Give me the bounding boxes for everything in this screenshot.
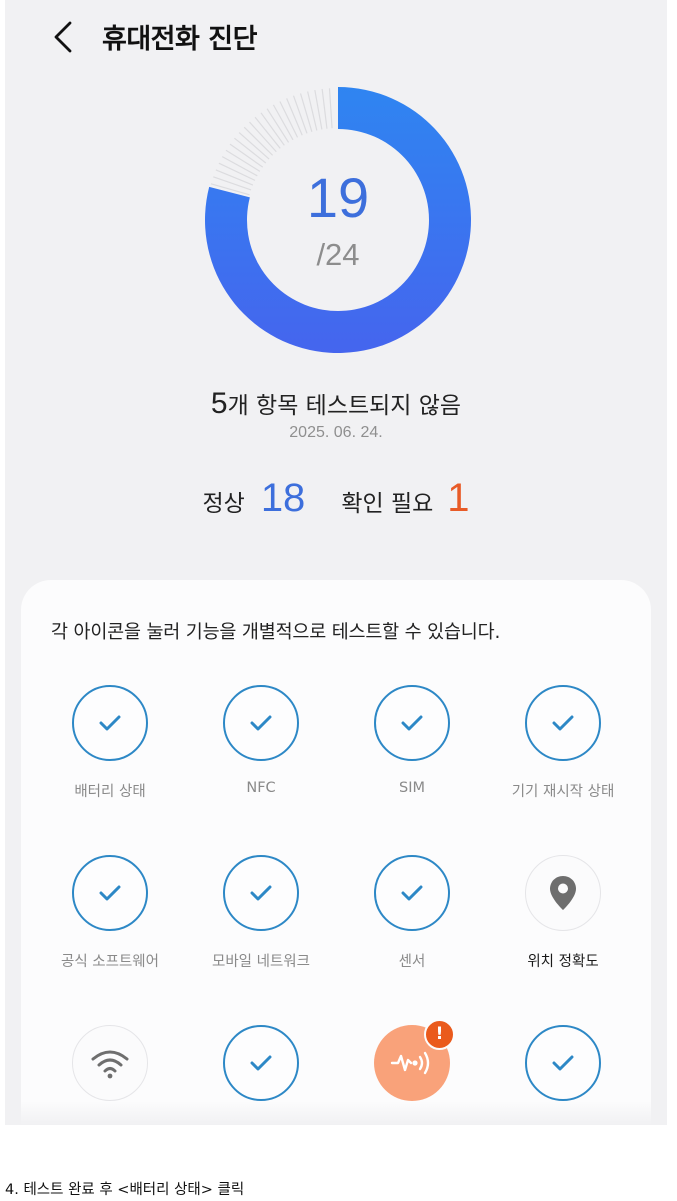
phone-screen: 휴대전화 진단 19 /24 5개 항목 테스트되지 않음 2025. 06. … xyxy=(5,0,667,1125)
test-items-card: 각 아이콘을 눌러 기능을 개별적으로 테스트할 수 있습니다. 배터리 상태 N… xyxy=(21,580,651,1125)
normal-count: 18 xyxy=(260,476,306,520)
location-pin-icon xyxy=(549,875,577,911)
test-item-button[interactable] xyxy=(223,855,299,931)
wifi-icon xyxy=(90,1047,130,1079)
caption: 4. 테스트 완료 후 <배터리 상태> 클릭 xyxy=(5,1182,245,1198)
card-description: 각 아이콘을 눌러 기능을 개별적으로 테스트할 수 있습니다. xyxy=(51,622,501,643)
back-arrow-icon xyxy=(54,21,72,53)
test-item-button[interactable] xyxy=(72,855,148,931)
test-item-button[interactable] xyxy=(223,685,299,761)
untested-tick xyxy=(292,95,308,134)
test-item-label: NFC xyxy=(246,780,276,796)
vibration-sound-icon xyxy=(390,1048,434,1078)
untested-count: 5 xyxy=(210,387,228,420)
check-icon xyxy=(401,715,423,731)
check-icon xyxy=(401,885,423,901)
untested-summary: 5개 항목 테스트되지 않음 xyxy=(5,386,667,421)
test-item-label: 배터리 상태 xyxy=(74,784,146,800)
untested-text: 개 항목 테스트되지 않음 xyxy=(227,393,462,419)
test-item-button[interactable] xyxy=(525,1025,601,1101)
test-item-button[interactable] xyxy=(525,855,601,931)
test-item-label: 모바일 네트워크 xyxy=(212,954,310,970)
check-icon xyxy=(99,715,121,731)
score-value: 19 xyxy=(306,166,370,229)
check-icon xyxy=(99,885,121,901)
test-item-button[interactable] xyxy=(223,1025,299,1101)
score-donut: 19 /24 xyxy=(203,85,473,355)
untested-tick xyxy=(307,91,318,131)
check-icon xyxy=(250,715,272,731)
check-icon xyxy=(250,1055,272,1071)
page-title: 휴대전화 진단 xyxy=(102,24,257,55)
back-button[interactable] xyxy=(45,18,81,56)
check-icon xyxy=(552,1055,574,1071)
test-item-button[interactable] xyxy=(72,685,148,761)
warning-badge: ! xyxy=(424,1019,455,1050)
test-item-button[interactable] xyxy=(374,685,450,761)
check-needed-count: 1 xyxy=(447,476,470,520)
test-item-label: 공식 소프트웨어 xyxy=(61,954,159,970)
check-icon xyxy=(250,885,272,901)
test-item-label: 위치 정확도 xyxy=(527,954,599,970)
scroll-fade xyxy=(21,1101,651,1125)
score-total: /24 xyxy=(316,237,360,272)
header: 휴대전화 진단 xyxy=(5,0,667,76)
check-needed-label: 확인 필요 xyxy=(341,491,434,517)
untested-tick xyxy=(299,93,313,132)
test-item-label: SIM xyxy=(399,780,425,796)
untested-tick xyxy=(314,89,323,130)
check-icon xyxy=(552,715,574,731)
result-stats: 정상 18 확인 필요 1 xyxy=(5,476,667,521)
normal-label: 정상 xyxy=(202,491,245,517)
test-item-button[interactable] xyxy=(525,685,601,761)
untested-tick xyxy=(321,88,328,129)
test-item-label: 기기 재시작 상태 xyxy=(511,784,615,800)
test-item-label: 센서 xyxy=(398,954,426,970)
test-item-button[interactable] xyxy=(374,855,450,931)
test-item-button[interactable] xyxy=(72,1025,148,1101)
untested-tick xyxy=(328,88,333,129)
test-date: 2025. 06. 24. xyxy=(289,424,383,441)
